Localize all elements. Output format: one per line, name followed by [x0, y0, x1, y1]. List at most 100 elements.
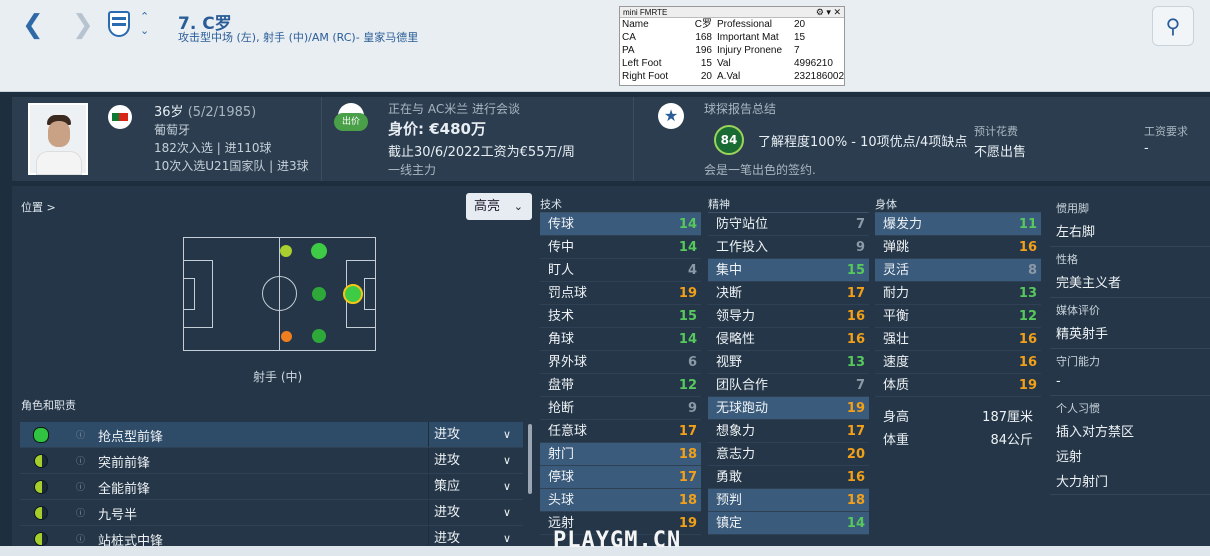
attribute-name: 侵略性: [716, 332, 756, 347]
role-duty-dropdown[interactable]: 策应 ∨: [428, 474, 523, 499]
roles-scrollbar[interactable]: [528, 424, 532, 494]
scout-summary: 了解程度100% - 10项优点/4项缺点: [758, 135, 968, 150]
attribute-row[interactable]: 工作投入 9: [708, 236, 869, 259]
mini-fmrte-row: Name C罗 Professional 20: [620, 18, 844, 31]
attribute-row[interactable]: 集中 15: [708, 259, 869, 282]
info-icon[interactable]: ⓘ: [76, 454, 85, 467]
attribute-row[interactable]: 意志力 20: [708, 443, 869, 466]
role-duty-value: 进攻: [434, 427, 461, 442]
attribute-row[interactable]: 勇敢 16: [708, 466, 869, 489]
attribute-row[interactable]: 预判 18: [708, 489, 869, 512]
role-suitability-icon: [34, 532, 48, 546]
role-row[interactable]: ⓘ 全能前锋 策应 ∨: [20, 474, 523, 500]
mini-fmrte-cell: 4996210: [794, 58, 833, 69]
trait-value: 左右脚: [1056, 225, 1096, 240]
close-icon[interactable]: ✕: [833, 7, 841, 17]
attribute-row[interactable]: 盯人 4: [540, 259, 701, 282]
attribute-row[interactable]: 技术 15: [540, 305, 701, 328]
attribute-name: 勇敢: [716, 470, 743, 485]
info-icon[interactable]: ⓘ: [76, 532, 85, 545]
trait-label: 性格: [1056, 253, 1078, 266]
attribute-row[interactable]: 传中 14: [540, 236, 701, 259]
attribute-value: 4: [687, 263, 697, 278]
attribute-name: 头球: [548, 493, 575, 508]
back-arrow-icon[interactable]: ❮: [22, 10, 44, 40]
wage-label: 工资要求: [1144, 125, 1188, 138]
attribute-row[interactable]: 角球 14: [540, 328, 701, 351]
attribute-row[interactable]: 灵活 8: [875, 259, 1041, 282]
mini-fmrte-titlebar: mini FMRTE ⚙ ▾ ✕: [620, 7, 844, 18]
club-switch-arrows-icon[interactable]: ⌃ ⌄: [140, 10, 149, 38]
position-dot: [280, 245, 292, 257]
chevron-down-icon: ⌄: [513, 200, 523, 213]
attribute-row[interactable]: 侵略性 16: [708, 328, 869, 351]
attribute-row[interactable]: 速度 16: [875, 351, 1041, 374]
physical-attributes: 身体 爆发力 11 弹跳 16 灵活 8 耐力 13 平衡 12 强壮 16 速度 16 体质 19: [875, 196, 1041, 397]
talks-status[interactable]: 正在与 AC米兰 进行会谈: [388, 100, 520, 117]
player-photo: [28, 103, 88, 175]
role-duty-dropdown[interactable]: 进攻 ∨: [428, 500, 523, 525]
attribute-value: 15: [846, 263, 865, 278]
trait-item: 个人习惯 插入对方禁区 远射 大力射门: [1050, 396, 1210, 495]
mini-fmrte-cell: Right Foot: [622, 71, 669, 82]
watermark: PLAYGM.CN: [553, 528, 682, 553]
role-duty-value: 进攻: [434, 531, 461, 546]
attribute-value: 13: [1018, 286, 1037, 301]
top-bar: ❮ ❯ ⌃ ⌄ 7. C罗 攻击型中场 (左), 射手 (中)/AM (RC)- …: [0, 0, 1210, 50]
role-suitability-icon: [33, 427, 49, 443]
attribute-name: 团队合作: [716, 378, 769, 393]
fee-value: 不愿出售: [974, 145, 1027, 160]
positions-link[interactable]: 位置 >: [21, 199, 56, 215]
attribute-row[interactable]: 耐力 13: [875, 282, 1041, 305]
role-row[interactable]: ⓘ 突前前锋 进攻 ∨: [20, 448, 523, 474]
player-positions: 攻击型中场 (左), 射手 (中)/AM (RC)- 皇家马德里: [178, 31, 419, 44]
info-icon[interactable]: ⓘ: [76, 428, 85, 441]
attribute-row[interactable]: 镇定 14: [708, 512, 869, 535]
attribute-row[interactable]: 盘带 12: [540, 374, 701, 397]
attribute-row[interactable]: 领导力 16: [708, 305, 869, 328]
search-button[interactable]: ⚲: [1152, 6, 1194, 46]
trait-value: 插入对方禁区: [1056, 425, 1135, 440]
attribute-row[interactable]: 弹跳 16: [875, 236, 1041, 259]
info-icon[interactable]: ⓘ: [76, 480, 85, 493]
mini-fmrte-cell: Important Mat: [717, 32, 779, 43]
attribute-row[interactable]: 头球 18: [540, 489, 701, 512]
attribute-row[interactable]: 防守站位 7: [708, 213, 869, 236]
gear-icon[interactable]: ⚙: [816, 7, 824, 17]
attribute-row[interactable]: 视野 13: [708, 351, 869, 374]
attribute-row[interactable]: 罚点球 19: [540, 282, 701, 305]
attribute-row[interactable]: 界外球 6: [540, 351, 701, 374]
attribute-row[interactable]: 停球 17: [540, 466, 701, 489]
search-icon: ⚲: [1165, 14, 1181, 38]
role-duty-dropdown[interactable]: 进攻 ∨: [428, 448, 523, 473]
role-row[interactable]: ⓘ 九号半 进攻 ∨: [20, 500, 523, 526]
attribute-row[interactable]: 射门 18: [540, 443, 701, 466]
attribute-value: 19: [678, 286, 697, 301]
attribute-row[interactable]: 无球跑动 19: [708, 397, 869, 420]
attribute-name: 集中: [716, 263, 743, 278]
attribute-row[interactable]: 抢断 9: [540, 397, 701, 420]
mini-fmrte-cell: 15: [794, 32, 806, 43]
trait-value: 精英射手: [1056, 327, 1109, 342]
attribute-value: 14: [678, 332, 697, 347]
forward-arrow-icon[interactable]: ❯: [72, 10, 94, 40]
mini-fmrte-row: CA 168 Important Mat 15: [620, 31, 844, 44]
attribute-row[interactable]: 平衡 12: [875, 305, 1041, 328]
attribute-value: 14: [846, 516, 865, 531]
attribute-name: 意志力: [716, 447, 756, 462]
role-row[interactable]: ⓘ 抢点型前锋 进攻 ∨: [20, 422, 523, 448]
pin-icon[interactable]: ▾: [826, 7, 831, 17]
attribute-row[interactable]: 体质 19: [875, 374, 1041, 397]
attribute-row[interactable]: 传球 14: [540, 213, 701, 236]
attribute-row[interactable]: 爆发力 11: [875, 213, 1041, 236]
highlight-dropdown[interactable]: 高亮 ⌄: [466, 193, 532, 220]
attribute-name: 体质: [883, 378, 910, 393]
attribute-row[interactable]: 强壮 16: [875, 328, 1041, 351]
info-icon[interactable]: ⓘ: [76, 506, 85, 519]
attribute-row[interactable]: 任意球 17: [540, 420, 701, 443]
role-duty-dropdown[interactable]: 进攻 ∨: [428, 422, 523, 447]
trait-item: 惯用脚 左右脚: [1050, 196, 1210, 247]
attribute-row[interactable]: 想象力 17: [708, 420, 869, 443]
attribute-row[interactable]: 团队合作 7: [708, 374, 869, 397]
attribute-row[interactable]: 决断 17: [708, 282, 869, 305]
